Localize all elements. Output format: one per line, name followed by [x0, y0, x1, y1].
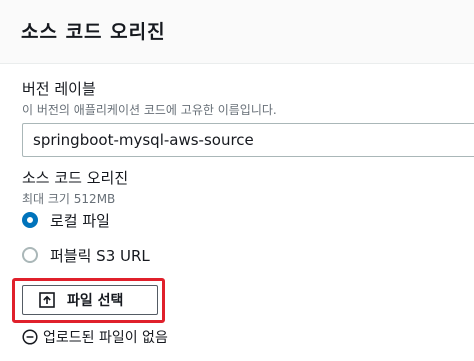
version-label-description: 이 버전의 애플리케이션 코드에 고유한 이름입니다.: [22, 103, 277, 117]
radio-button[interactable]: [22, 247, 38, 263]
panel-title: 소스 코드 오리진: [21, 21, 166, 43]
radio-local-file[interactable]: 로컬 파일: [22, 209, 110, 231]
choose-file-button[interactable]: 파일 선택: [22, 285, 158, 315]
minus-circle-icon: [22, 329, 38, 345]
radio-public-s3-url[interactable]: 퍼블릭 S3 URL: [22, 244, 150, 266]
radio-local-file-label: 로컬 파일: [50, 211, 110, 230]
version-label-input[interactable]: [22, 123, 474, 157]
choose-file-button-label: 파일 선택: [67, 293, 124, 309]
panel-header: 소스 코드 오리진: [0, 0, 474, 64]
file-upload-status-text: 업로드된 파일이 없음: [43, 330, 168, 346]
source-code-origin-panel: 소스 코드 오리진 버전 레이블 이 버전의 애플리케이션 코드에 고유한 이름…: [0, 0, 474, 361]
file-upload-status: 업로드된 파일이 없음: [22, 326, 168, 348]
version-label-heading: 버전 레이블: [22, 80, 96, 98]
radio-button-selected[interactable]: [22, 212, 38, 228]
source-origin-heading: 소스 코드 오리진: [22, 169, 129, 187]
max-size-hint: 최대 크기 512MB: [22, 192, 116, 206]
radio-public-s3-url-label: 퍼블릭 S3 URL: [50, 246, 150, 265]
upload-icon: [39, 292, 55, 308]
